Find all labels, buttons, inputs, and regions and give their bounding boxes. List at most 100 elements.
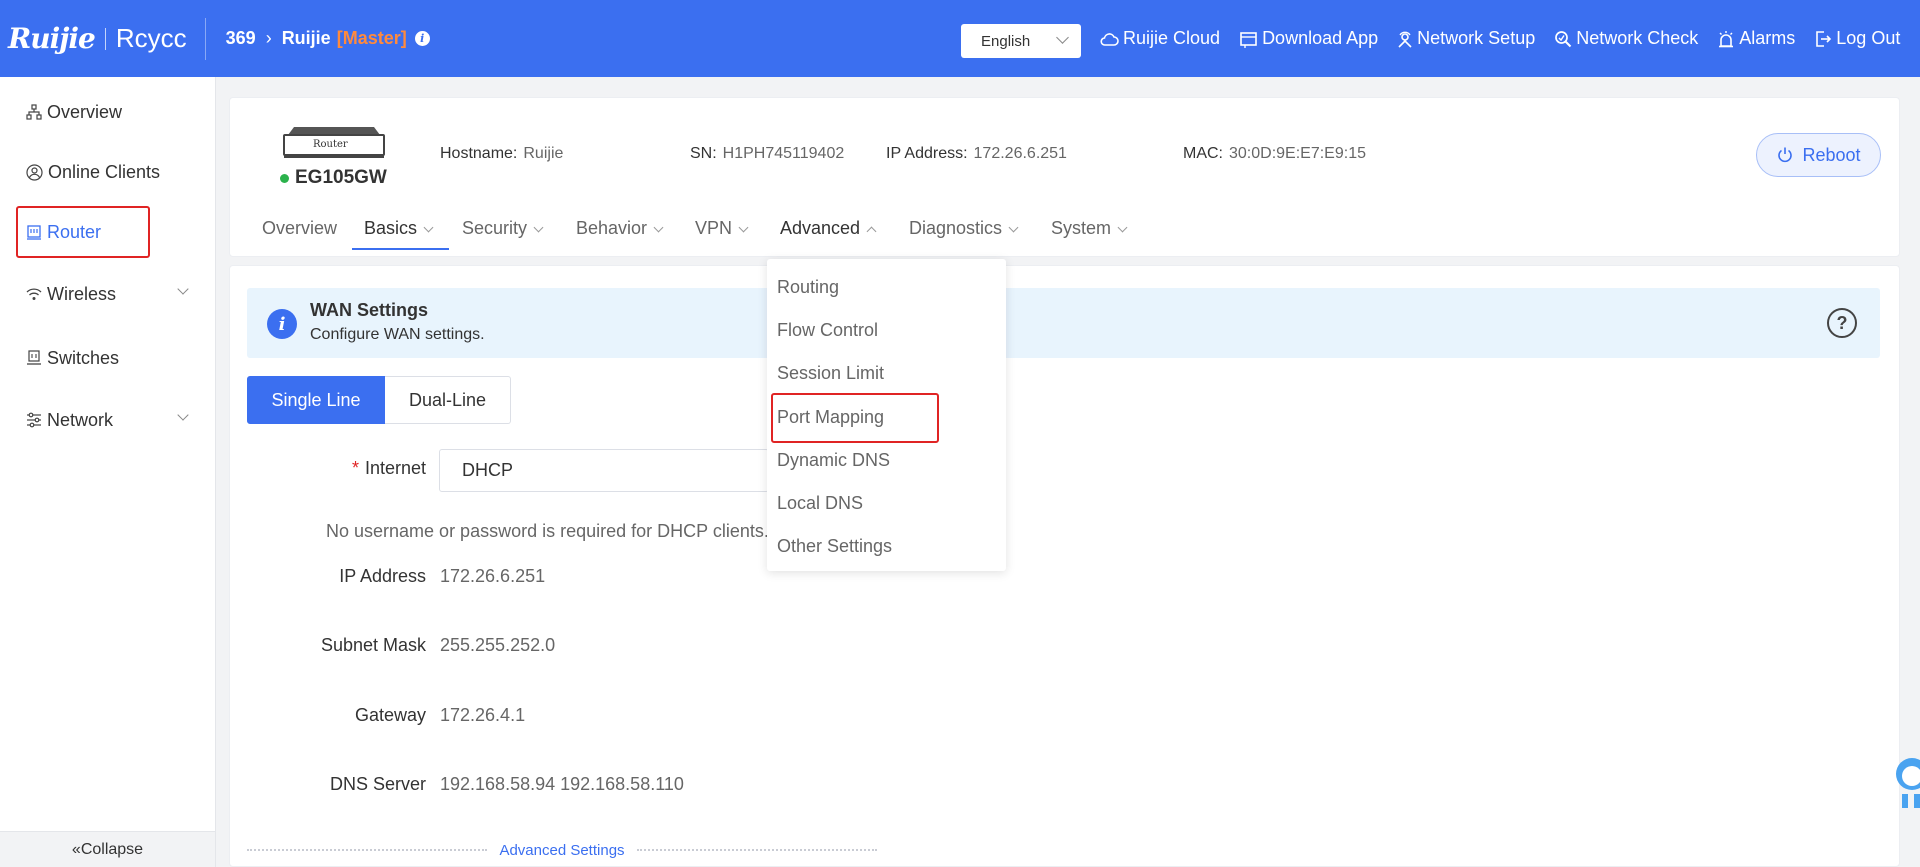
mac-value: 30:0D:9E:E7:E9:15 xyxy=(1229,145,1366,162)
menu-item-flow-control[interactable]: Flow Control xyxy=(777,316,878,344)
sidebar-item-label: Online Clients xyxy=(48,161,161,182)
sidebar-item-switches[interactable]: Switches xyxy=(26,343,119,373)
mac-field: MAC: 30:0D:9E:E7:E9:15 xyxy=(1183,145,1366,163)
sn-field: SN: H1PH745119402 xyxy=(690,145,844,163)
help-icon[interactable]: ? xyxy=(1827,308,1857,338)
menu-item-other-settings[interactable]: Other Settings xyxy=(777,532,892,560)
wan-ip-label: IP Address xyxy=(339,566,426,586)
hostname-label: Hostname: xyxy=(440,145,518,162)
chevron-down-icon xyxy=(1008,222,1019,233)
collapse-label: Collapse xyxy=(80,840,144,858)
menu-item-dynamic-dns[interactable]: Dynamic DNS xyxy=(777,446,890,474)
network-check-icon xyxy=(1555,30,1572,47)
wan-settings-card: i WAN Settings Configure WAN settings. ?… xyxy=(229,265,1900,867)
tab-overview[interactable]: Overview xyxy=(262,210,337,250)
sidebar-item-online-clients[interactable]: Online Clients xyxy=(26,157,160,187)
single-line-button[interactable]: Single Line xyxy=(247,376,385,424)
network-check-label: Network Check xyxy=(1576,28,1699,48)
chevron-down-icon xyxy=(738,222,749,233)
tab-behavior[interactable]: Behavior xyxy=(576,210,664,250)
chevron-down-icon xyxy=(533,222,544,233)
sidebar-item-label: Wireless xyxy=(47,283,117,304)
gateway-value: 172.26.4.1 xyxy=(440,705,526,725)
online-status-icon xyxy=(280,173,289,183)
tab-diagnostics[interactable]: Diagnostics xyxy=(909,210,1019,250)
logout-icon xyxy=(1816,30,1832,47)
download-app-link[interactable]: Download App xyxy=(1239,28,1378,49)
reboot-label: Reboot xyxy=(1802,144,1861,165)
menu-item-local-dns[interactable]: Local DNS xyxy=(777,489,863,517)
sidebar: Overview Online Clients Router Wireless … xyxy=(0,77,216,867)
tab-label: Overview xyxy=(262,218,338,238)
tab-label: System xyxy=(1051,218,1112,238)
internet-row: * Internet xyxy=(230,458,426,482)
chevron-down-icon xyxy=(1056,31,1069,44)
sn-label: SN: xyxy=(690,145,717,162)
reboot-button[interactable]: Reboot xyxy=(1756,133,1881,177)
ip-address-value: 172.26.6.251 xyxy=(973,145,1067,162)
alarms-link[interactable]: Alarms xyxy=(1717,28,1795,49)
dual-line-button[interactable]: Dual-Line xyxy=(385,376,511,424)
ip-row: IP Address xyxy=(230,566,426,590)
tab-security[interactable]: Security xyxy=(462,210,544,250)
menu-item-session-limit[interactable]: Session Limit xyxy=(777,359,884,387)
tab-advanced[interactable]: Advanced xyxy=(780,210,877,250)
mac-label: MAC: xyxy=(1183,145,1223,162)
tab-label: Security xyxy=(462,218,528,238)
language-select[interactable]: English xyxy=(961,24,1081,58)
sidebar-item-label: Network xyxy=(47,409,114,430)
chevron-up-icon xyxy=(866,226,877,237)
logout-link[interactable]: Log Out xyxy=(1814,28,1900,49)
chevron-down-icon xyxy=(653,222,664,233)
divider xyxy=(247,849,488,851)
port-mapping-highlight-box xyxy=(771,393,939,443)
wan-settings-banner: i WAN Settings Configure WAN settings. ? xyxy=(247,288,1880,358)
hostname-field: Hostname: Ruijie xyxy=(440,145,563,163)
chevron-down-icon xyxy=(423,222,434,233)
tab-system[interactable]: System xyxy=(1051,210,1128,250)
brand-logo[interactable]: Ruijie Rcycc xyxy=(8,19,187,59)
breadcrumb-network[interactable]: 369 xyxy=(226,28,256,49)
user-icon xyxy=(26,163,43,181)
sidebar-item-network[interactable]: Network xyxy=(26,405,196,435)
power-icon xyxy=(1778,147,1793,163)
gateway-label: Gateway xyxy=(354,705,426,725)
advanced-dropdown-menu: Routing Flow Control Session Limit Port … xyxy=(767,259,1006,571)
menu-item-routing[interactable]: Routing xyxy=(777,273,839,301)
wan-ip-value: 172.26.6.251 xyxy=(440,566,546,586)
router-highlight-box xyxy=(16,206,150,258)
sn-value: H1PH745119402 xyxy=(722,145,845,162)
collapse-button[interactable]: « Collapse xyxy=(0,831,215,867)
sidebar-item-wireless[interactable]: Wireless xyxy=(26,279,196,309)
sidebar-item-overview[interactable]: Overview xyxy=(26,97,122,127)
double-chevron-left-icon: « xyxy=(71,840,81,858)
banner-description: Configure WAN settings. xyxy=(310,326,485,343)
dhcp-hint: No username or password is required for … xyxy=(326,521,769,541)
dns-server-label: DNS Server xyxy=(329,774,426,794)
network-setup-link[interactable]: Network Setup xyxy=(1397,28,1535,49)
device-model: EG105GW xyxy=(280,167,387,189)
internet-label-wrap: * Internet xyxy=(352,458,426,479)
alarms-label: Alarms xyxy=(1739,28,1796,48)
download-app-icon xyxy=(1240,31,1257,48)
tab-label: Diagnostics xyxy=(909,218,1003,238)
internet-type-select[interactable]: DHCP xyxy=(439,449,769,492)
switch-icon xyxy=(27,350,41,365)
ip-address-label: IP Address: xyxy=(886,145,968,162)
network-check-link[interactable]: Network Check xyxy=(1554,28,1698,49)
ruijie-cloud-link[interactable]: Ruijie Cloud xyxy=(1100,28,1220,49)
alarm-icon xyxy=(1719,30,1734,47)
line-mode-toggle: Single Line Dual-Line xyxy=(247,376,511,424)
breadcrumb-chevron-icon: › xyxy=(265,28,272,48)
network-setup-label: Network Setup xyxy=(1417,28,1536,48)
info-icon[interactable]: i xyxy=(414,31,430,46)
subnet-row: Subnet Mask xyxy=(230,635,426,659)
advanced-settings-toggle[interactable]: Advanced Settings xyxy=(247,838,877,862)
sidebar-item-label: Overview xyxy=(47,101,123,122)
tab-label: Behavior xyxy=(576,218,648,238)
tab-vpn[interactable]: VPN xyxy=(695,210,749,250)
router-image-label: Router xyxy=(313,139,348,150)
tab-basics[interactable]: Basics xyxy=(352,210,449,250)
assistant-bot-icon[interactable] xyxy=(1890,752,1920,812)
banner-title: WAN Settings xyxy=(310,300,429,320)
